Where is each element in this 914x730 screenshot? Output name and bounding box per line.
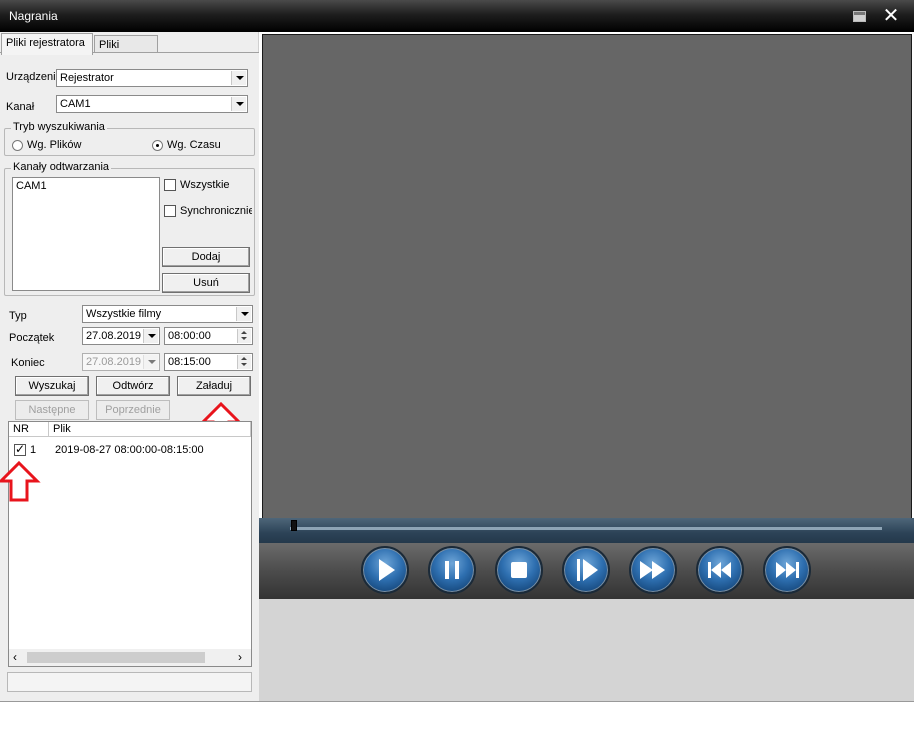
info-area [259, 599, 914, 702]
device-label: Urządzeni [6, 71, 55, 83]
checkbox-all[interactable] [164, 179, 176, 191]
tab-label: Pliki rejestratora [6, 37, 85, 49]
row-file: 2019-08-27 08:00:00-08:15:00 [55, 444, 204, 456]
type-label: Typ [9, 310, 27, 322]
load-button[interactable]: Załaduj [177, 376, 251, 396]
fast-forward-icon [640, 561, 665, 579]
stop-control[interactable] [495, 546, 543, 594]
chevron-down-icon[interactable] [231, 71, 246, 85]
device-select[interactable]: Rejestrator [56, 69, 248, 87]
close-icon[interactable]: ✕ [880, 5, 902, 27]
tab-recorder-files[interactable]: Pliki rejestratora [1, 33, 93, 55]
start-time-value: 08:00:00 [168, 330, 211, 342]
maximize-icon[interactable] [853, 11, 866, 22]
chevron-down-icon[interactable] [143, 355, 158, 369]
play-button[interactable]: Odtwórz [96, 376, 170, 396]
row-nr: 1 [30, 444, 37, 456]
column-header-nr[interactable]: NR [9, 422, 49, 437]
checkbox-sync[interactable] [164, 205, 176, 217]
end-label: Koniec [11, 357, 45, 369]
start-time-field[interactable]: 08:00:00 [164, 327, 253, 345]
type-value: Wszystkie filmy [86, 308, 162, 320]
video-display[interactable] [262, 34, 912, 519]
window-border [0, 701, 914, 702]
title-bar: Nagrania ✕ [0, 0, 914, 32]
scroll-right-icon[interactable]: › [238, 650, 242, 664]
radio-by-time[interactable] [152, 140, 163, 151]
pause-control[interactable] [428, 546, 476, 594]
skip-forward-icon [776, 562, 799, 578]
add-button[interactable]: Dodaj [162, 247, 250, 267]
end-time-field[interactable]: 08:15:00 [164, 353, 253, 371]
search-mode-title: Tryb wyszukiwania [11, 121, 107, 133]
scroll-left-icon[interactable]: ‹ [13, 650, 17, 664]
step-forward-icon [577, 559, 598, 581]
end-date-picker[interactable]: 27.08.2019 [82, 353, 160, 371]
channel-label: Kanał [6, 101, 35, 113]
chevron-down-icon[interactable] [143, 329, 158, 343]
progress-slider-handle[interactable] [291, 520, 297, 531]
results-table[interactable]: NR Plik ✓ 1 2019-08-27 08:00:00-08:15:00… [8, 421, 252, 667]
channel-list[interactable]: CAM1 [12, 177, 160, 291]
radio-by-files-label: Wg. Plików [27, 139, 82, 151]
end-date-value: 27.08.2019 [86, 356, 142, 368]
status-bar [7, 672, 252, 692]
radio-by-files[interactable] [12, 140, 23, 151]
stop-icon [511, 562, 527, 578]
table-row[interactable]: ✓ 1 2019-08-27 08:00:00-08:15:00 [9, 441, 251, 459]
play-icon [379, 559, 395, 581]
step-forward-control[interactable] [562, 546, 610, 594]
playback-channels-title: Kanały odtwarzania [11, 161, 112, 173]
row-checkbox[interactable]: ✓ [14, 442, 26, 456]
window-title: Nagrania [9, 9, 58, 23]
play-control[interactable] [361, 546, 409, 594]
channel-select[interactable]: CAM1 [56, 95, 248, 113]
chevron-down-icon[interactable] [236, 307, 251, 321]
previous-button[interactable]: Poprzednie [96, 400, 170, 420]
checkbox-all-label: Wszystkie [180, 179, 230, 191]
skip-back-icon [708, 562, 731, 578]
pause-icon [445, 561, 459, 579]
search-button[interactable]: Wyszukaj [15, 376, 89, 396]
start-date-value: 27.08.2019 [86, 330, 142, 342]
channel-value: CAM1 [60, 98, 91, 110]
column-header-file[interactable]: Plik [49, 422, 251, 437]
progress-slider[interactable] [290, 527, 882, 530]
type-select[interactable]: Wszystkie filmy [82, 305, 253, 323]
spinner-icon[interactable] [237, 355, 251, 369]
next-button[interactable]: Następne [15, 400, 89, 420]
spinner-icon[interactable] [237, 329, 251, 343]
end-time-value: 08:15:00 [168, 356, 211, 368]
fast-forward-control[interactable] [629, 546, 677, 594]
horizontal-scrollbar[interactable]: ‹ › [9, 649, 251, 666]
list-item[interactable]: CAM1 [16, 180, 47, 192]
device-value: Rejestrator [60, 72, 114, 84]
up-arrow-annotation-icon [0, 460, 41, 502]
chevron-down-icon[interactable] [231, 97, 246, 111]
checkbox-sync-label: Synchronicznie [180, 205, 252, 217]
skip-forward-control[interactable] [763, 546, 811, 594]
scrollbar-thumb[interactable] [27, 652, 205, 663]
progress-strip [259, 518, 914, 543]
start-date-picker[interactable]: 27.08.2019 [82, 327, 160, 345]
radio-by-time-label: Wg. Czasu [167, 139, 221, 151]
skip-back-control[interactable] [696, 546, 744, 594]
start-label: Początek [9, 332, 55, 344]
remove-button[interactable]: Usuń [162, 273, 250, 293]
checkmark-icon: ✓ [15, 442, 26, 456]
